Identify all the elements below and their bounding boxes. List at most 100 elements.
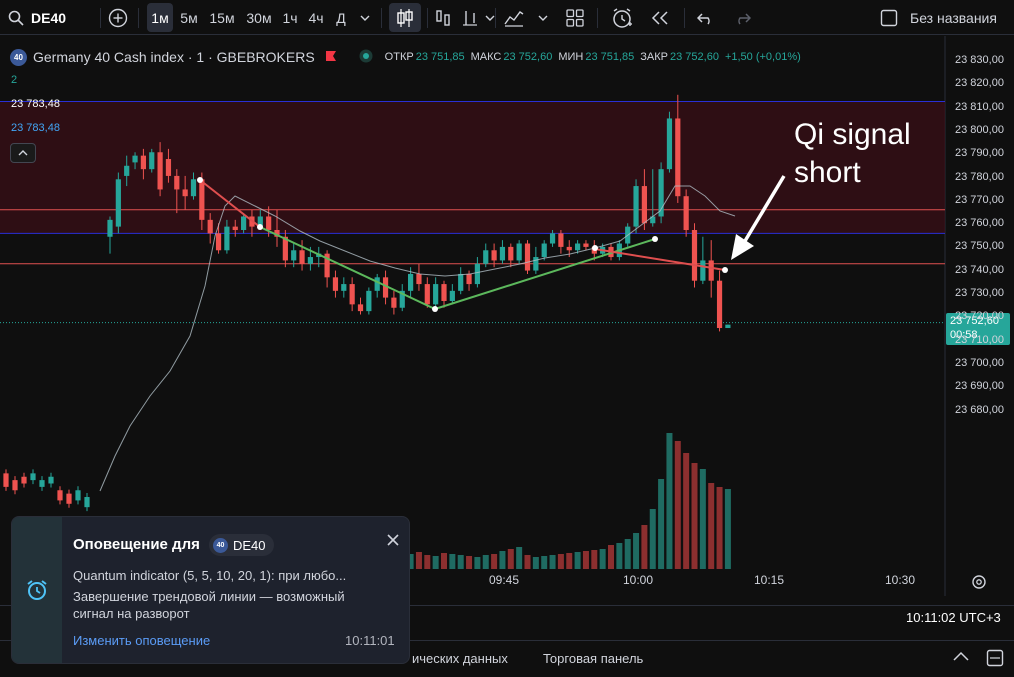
volume-bar [499, 551, 506, 569]
candle-body [474, 263, 480, 285]
symbol-badge: 40 [213, 537, 228, 553]
volume-bar [516, 547, 523, 569]
candle-body [575, 243, 581, 251]
volume-bar [724, 489, 731, 569]
candle-body [374, 277, 380, 291]
replay-icon[interactable] [649, 0, 671, 35]
alert-notification[interactable]: Оповещение для 40 DE40 Quantum indicator… [11, 516, 410, 664]
close-icon[interactable] [387, 533, 399, 551]
edit-alert-link[interactable]: Изменить оповещение [73, 633, 210, 648]
annotation-text[interactable]: Qi signal short [794, 116, 911, 192]
candle-body [165, 159, 172, 176]
volume-bar [633, 533, 640, 569]
compare-add-icon[interactable] [106, 0, 130, 35]
volume-bar [432, 556, 439, 569]
interval-1d[interactable]: Д [331, 0, 351, 35]
candle-body [558, 233, 564, 247]
notification-sidebar [12, 517, 62, 663]
candle-body [458, 273, 464, 291]
price-tick-label: 23 820,00 [955, 77, 1004, 90]
candle-body [199, 179, 205, 220]
low-label: МИН [558, 51, 584, 63]
notification-message-line3: сигнал на разворот [73, 606, 190, 621]
interval-5m[interactable]: 5м [177, 0, 201, 35]
redo-icon[interactable] [731, 0, 753, 35]
candle-body [491, 250, 497, 261]
notification-symbol: DE40 [233, 537, 266, 553]
legend-title[interactable]: Germany 40 Cash index · 1 · GBEBROKERS [33, 49, 315, 65]
chevron-down-icon[interactable] [356, 0, 374, 35]
tab-strategy-data[interactable]: ических данных [412, 651, 508, 666]
layout-grid-icon[interactable] [563, 0, 587, 35]
layout-name[interactable]: Без названия [910, 0, 1006, 35]
maximize-icon[interactable] [986, 649, 1004, 672]
candle-body [516, 243, 522, 261]
pivot-dot [722, 267, 728, 273]
search-icon[interactable] [6, 0, 26, 35]
price-tick-label: 23 810,00 [955, 100, 1004, 113]
candle-body [299, 250, 305, 264]
candle-body [207, 219, 213, 234]
candle-body [391, 297, 397, 308]
candle-body [241, 216, 247, 230]
indicator-icon[interactable] [459, 0, 481, 35]
candle-body [549, 233, 556, 244]
collapse-legend-button[interactable] [10, 143, 36, 163]
interval-4h[interactable]: 4ч [305, 0, 327, 35]
candle-body [291, 250, 297, 261]
indicators-icon[interactable] [502, 0, 526, 35]
price-tick-label: 23 700,00 [955, 356, 1004, 369]
low-value: 23 751,85 [585, 51, 635, 63]
volume-bar [466, 556, 473, 569]
volume-bar [524, 555, 531, 569]
clock-timezone[interactable]: 10:11:02 UTC+3 [906, 610, 1001, 625]
pivot-dot [197, 177, 203, 183]
chevron-up-icon[interactable] [952, 649, 970, 668]
volume-bar [482, 555, 489, 569]
interval-30m[interactable]: 30м [243, 0, 275, 35]
chart-legend: 40 Germany 40 Cash index · 1 · GBEBROKER… [10, 47, 801, 67]
volume-bar [716, 487, 723, 569]
layout-checkbox-icon[interactable] [878, 0, 900, 35]
candle-body [84, 497, 90, 508]
candle-body [691, 230, 698, 281]
axis-settings-icon[interactable] [971, 574, 987, 595]
level-value-white: 23 783,48 [11, 98, 60, 110]
volume-bar [557, 554, 564, 569]
candle-body [157, 152, 163, 190]
time-label: 10:00 [623, 573, 654, 587]
bar-chart-type-icon[interactable] [432, 0, 454, 35]
candle-body [12, 480, 18, 491]
notification-symbol-chip[interactable]: 40 DE40 [209, 534, 274, 556]
candles-chart-type-icon[interactable] [389, 3, 421, 32]
price-tick-label: 23 800,00 [955, 123, 1004, 136]
candle-body [424, 284, 430, 305]
volume-bar [441, 553, 447, 569]
volume-bar [708, 483, 715, 569]
flag-icon [325, 49, 337, 65]
pivot-dot [257, 224, 263, 230]
trend-line-green [259, 226, 656, 311]
interval-15m[interactable]: 15м [206, 0, 238, 35]
volume-bar [608, 545, 614, 569]
undo-icon[interactable] [695, 0, 717, 35]
candle-body [583, 243, 589, 247]
volume-bar [699, 469, 706, 569]
candle-body [366, 290, 372, 312]
pivot-dot [432, 306, 438, 312]
time-label: 10:15 [754, 573, 785, 587]
candle-body [21, 476, 27, 484]
close-label: ЗАКР [640, 51, 668, 63]
annotation-arrow-head [731, 234, 754, 260]
chevron-down-icon[interactable] [535, 0, 551, 35]
symbol-button[interactable]: DE40 [31, 0, 91, 35]
interval-1m[interactable]: 1м [147, 3, 173, 32]
interval-1h[interactable]: 1ч [279, 0, 301, 35]
alert-clock-icon[interactable] [609, 0, 635, 35]
open-label: ОТКР [384, 51, 414, 63]
notification-title: Оповещение для [73, 536, 200, 553]
candle-body [266, 216, 272, 230]
candle-body [124, 165, 130, 176]
candle-body [341, 284, 347, 291]
tab-trading-panel[interactable]: Торговая панель [543, 651, 643, 666]
